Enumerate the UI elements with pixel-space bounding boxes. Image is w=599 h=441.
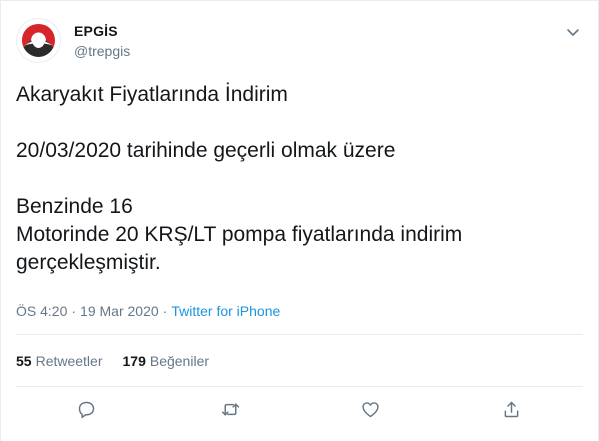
retweet-button[interactable] <box>218 397 242 421</box>
retweets-stat[interactable]: 55 Retweetler <box>16 353 103 369</box>
avatar[interactable] <box>16 18 61 63</box>
meta-separator: · <box>71 303 77 319</box>
tweet-text: Akaryakıt Fiyatlarında İndirim 20/03/202… <box>16 83 463 274</box>
tweet-stats: 55 Retweetler 179 Beğeniler <box>16 353 209 369</box>
reply-icon <box>78 401 94 418</box>
meta-separator: · <box>162 303 168 319</box>
tweet-source-link[interactable]: Twitter for iPhone <box>171 303 280 319</box>
retweet-icon <box>221 403 239 415</box>
tweet-meta: ÖS 4:20 · 19 Mar 2020 · Twitter for iPhone <box>16 303 280 319</box>
heart-icon <box>361 401 379 417</box>
tweet-actions <box>1 397 599 427</box>
more-options-button[interactable] <box>564 23 582 41</box>
likes-stat[interactable]: 179 Beğeniler <box>123 353 210 369</box>
share-button[interactable] <box>499 397 523 421</box>
author-handle[interactable]: @trepgis <box>74 43 130 59</box>
divider <box>16 334 583 335</box>
divider <box>16 386 583 387</box>
tweet-time[interactable]: ÖS 4:20 <box>16 303 67 319</box>
retweets-label: Retweetler <box>35 353 103 369</box>
chevron-down-icon <box>567 29 579 36</box>
share-icon <box>504 401 518 417</box>
author-name[interactable]: EPGİS <box>74 23 118 39</box>
tweet-card: EPGİS @trepgis Akaryakıt Fiyatlarında İn… <box>0 0 599 441</box>
likes-count: 179 <box>122 353 146 369</box>
like-button[interactable] <box>358 397 382 421</box>
tweet-date[interactable]: 19 Mar 2020 <box>80 303 159 319</box>
retweets-count: 55 <box>16 353 32 369</box>
reply-button[interactable] <box>74 397 98 421</box>
epgis-logo-icon <box>16 18 61 63</box>
likes-label: Beğeniler <box>149 353 210 369</box>
